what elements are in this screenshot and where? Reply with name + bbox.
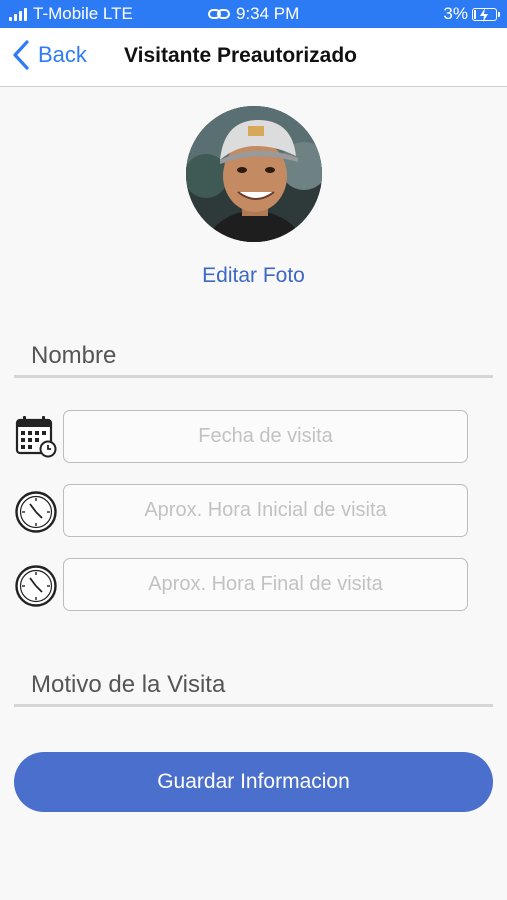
name-input[interactable] xyxy=(14,336,493,378)
clock-label: 9:34 PM xyxy=(236,4,300,23)
profile-photo xyxy=(186,106,322,242)
edit-photo-link[interactable]: Editar Foto xyxy=(0,264,507,288)
end-time-field[interactable] xyxy=(63,558,468,611)
start-time-clock-icon[interactable] xyxy=(14,490,58,534)
end-time-clock-icon[interactable] xyxy=(14,564,58,608)
battery-fill xyxy=(474,9,476,19)
battery-percent: 3% xyxy=(443,4,468,23)
link-lock-icon xyxy=(208,9,230,19)
back-label: Back xyxy=(38,42,87,67)
status-left: T-Mobile LTE xyxy=(9,4,133,24)
save-button[interactable]: Guardar Informacion xyxy=(14,752,493,812)
status-bar: T-Mobile LTE 9:34 PM 3% xyxy=(0,0,507,28)
visit-date-field[interactable] xyxy=(63,410,468,463)
visit-reason-input[interactable] xyxy=(14,665,493,707)
calendar-icon[interactable] xyxy=(14,414,58,458)
start-time-field[interactable] xyxy=(63,484,468,537)
status-center: 9:34 PM xyxy=(208,4,299,24)
back-button[interactable]: Back xyxy=(12,40,87,70)
status-right: 3% xyxy=(443,4,500,24)
page-title: Visitante Preautorizado xyxy=(124,44,358,67)
battery-icon xyxy=(472,7,500,22)
avatar[interactable] xyxy=(186,106,322,242)
carrier-label: T-Mobile LTE xyxy=(33,4,133,23)
signal-icon xyxy=(9,7,27,21)
nav-bar: Back Visitante Preautorizado xyxy=(0,28,507,87)
chevron-left-icon xyxy=(13,40,29,70)
